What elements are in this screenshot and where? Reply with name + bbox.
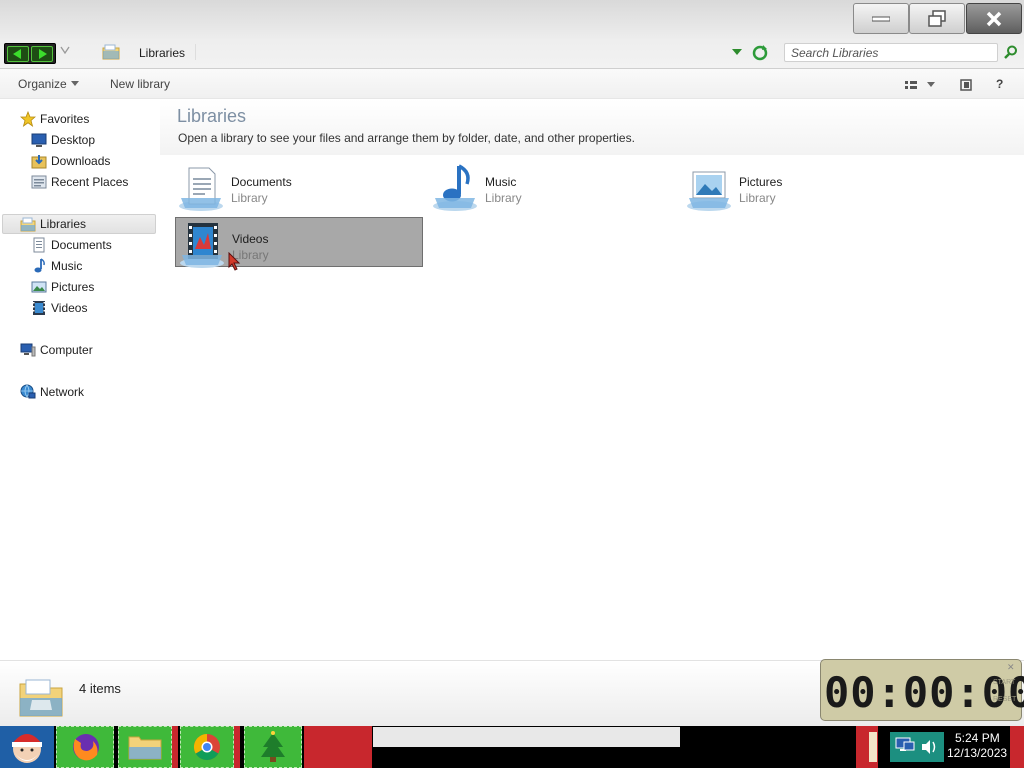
star-icon (20, 111, 36, 127)
desktop-icon (31, 133, 47, 147)
close-icon (986, 11, 1002, 26)
pictures-library-icon (687, 171, 731, 211)
view-options-icon (905, 81, 917, 89)
nav-network-label: Network (40, 385, 85, 399)
videos-icon (33, 301, 45, 315)
mouse-cursor-icon (228, 252, 241, 271)
libraries-icon (20, 217, 36, 232)
new-library-button[interactable]: New library (110, 77, 170, 91)
nav-item-label: Desktop (51, 133, 96, 147)
taskbar-clock-time[interactable]: 5:24 PM (955, 731, 1000, 745)
show-desktop-button[interactable] (1010, 726, 1024, 768)
music-library-icon (433, 164, 477, 211)
forward-button[interactable] (31, 46, 53, 62)
gadget-close-icon[interactable]: ✕ (1007, 662, 1015, 673)
network-volume-tray-icon (895, 737, 936, 754)
tile-name: Documents (231, 175, 292, 189)
tile-subtitle: Library (739, 191, 776, 205)
chevron-down-icon (71, 81, 79, 86)
tile-name: Pictures (739, 175, 783, 189)
taskbar-separator (172, 726, 178, 768)
network-icon (20, 384, 36, 399)
firefox-icon (73, 734, 99, 761)
stopwatch-start-button[interactable]: START (993, 679, 1015, 686)
taskbar-christmas-app[interactable] (244, 726, 302, 768)
chrome-icon (193, 733, 220, 761)
refresh-icon (752, 45, 768, 61)
stopwatch-reset-button[interactable]: RESET (993, 696, 1016, 703)
nav-item-label: Pictures (51, 280, 95, 294)
taskbar-firefox[interactable] (56, 726, 114, 768)
santa-start-orb-icon (12, 734, 42, 763)
stopwatch-display: 00:00:00 (824, 668, 1024, 717)
address-dropdown-icon[interactable] (732, 49, 742, 55)
christmas-tree-icon (261, 731, 285, 762)
downloads-icon (31, 155, 47, 169)
item-count: 4 items (79, 681, 121, 696)
refresh-button[interactable] (751, 44, 769, 65)
tile-subtitle: Library (485, 191, 522, 205)
taskbar-chrome[interactable] (180, 726, 234, 768)
change-view-button[interactable] (905, 80, 917, 94)
close-button[interactable] (966, 3, 1022, 34)
tile-name: Videos (232, 232, 269, 246)
libraries-details-icon (19, 679, 63, 717)
taskbar-empty-slot (304, 726, 372, 768)
documents-library-icon (179, 167, 223, 211)
libraries-folder-icon (102, 44, 120, 63)
arrow-left-icon (13, 49, 21, 59)
tray-divider (869, 732, 877, 762)
chevron-down-icon (60, 46, 70, 55)
videos-library-icon (180, 223, 224, 268)
help-button[interactable]: ? (996, 77, 1003, 91)
nav-item-label: Videos (51, 301, 88, 315)
library-tile-documents[interactable]: Documents Library (175, 161, 423, 211)
search-icon[interactable] (1004, 45, 1018, 62)
nav-item-label: Documents (51, 238, 112, 252)
start-button[interactable] (0, 726, 54, 768)
nav-item-label: Recent Places (51, 175, 129, 189)
organize-menu-button[interactable]: Organize (18, 77, 67, 91)
address-breadcrumb[interactable]: Libraries (139, 46, 185, 60)
taskbar-clock-date[interactable]: 12/13/2023 (947, 746, 1007, 760)
view-dropdown-icon[interactable] (927, 82, 935, 87)
library-tile-music[interactable]: Music Library (429, 161, 677, 211)
back-button[interactable] (7, 46, 29, 62)
preview-pane-icon (960, 79, 972, 91)
system-tray[interactable] (890, 732, 944, 762)
preview-pane-button[interactable] (960, 79, 972, 94)
documents-icon (33, 237, 45, 253)
minimize-button[interactable] (853, 3, 909, 34)
recent-pages-dropdown[interactable] (60, 46, 70, 57)
arrow-right-icon (39, 49, 47, 59)
file-explorer-icon (128, 736, 162, 760)
nav-favorites-label: Favorites (40, 112, 90, 126)
taskbar-progress-strip (373, 727, 680, 747)
library-tile-videos[interactable]: Videos Library (175, 217, 423, 268)
page-description: Open a library to see your files and arr… (178, 131, 635, 145)
back-forward-buttons (4, 43, 56, 64)
restore-icon (928, 9, 946, 27)
restore-button[interactable] (909, 3, 965, 34)
music-icon (34, 258, 45, 273)
nav-libraries-label: Libraries (40, 217, 87, 231)
page-title: Libraries (177, 106, 247, 126)
computer-icon (20, 343, 36, 357)
taskbar-separator (234, 726, 240, 768)
search-input[interactable]: Search Libraries (784, 43, 998, 62)
address-separator (195, 44, 196, 60)
recent-places-icon (31, 175, 47, 189)
nav-computer-label: Computer (40, 343, 93, 357)
taskbar-file-explorer[interactable] (118, 726, 172, 768)
nav-item-label: Downloads (51, 154, 111, 168)
tile-name: Music (485, 175, 517, 189)
nav-item-label: Music (51, 259, 83, 273)
minimize-icon (872, 16, 890, 21)
library-tile-pictures[interactable]: Pictures Library (683, 161, 931, 211)
content-header (160, 99, 1024, 155)
pictures-icon (31, 281, 47, 293)
tile-subtitle: Library (231, 191, 268, 205)
